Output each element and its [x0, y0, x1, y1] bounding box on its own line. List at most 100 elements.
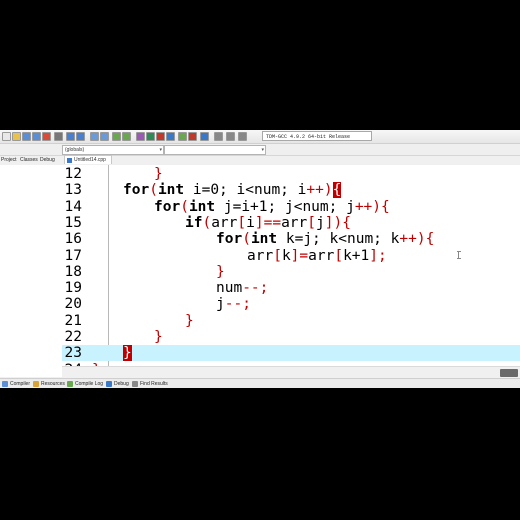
scroll-corner-button[interactable] — [500, 369, 518, 377]
run-icon[interactable] — [146, 132, 155, 141]
close-icon[interactable] — [42, 132, 51, 141]
keyword: int — [157, 182, 185, 199]
code-token: k — [281, 247, 291, 264]
function-select[interactable]: ▾ — [164, 145, 266, 155]
code-line[interactable]: 13 for(int i=0; i<num; i++){ — [62, 182, 520, 199]
code-token: ( — [202, 214, 212, 231]
tab-debug[interactable]: Debug — [40, 156, 55, 164]
tab-compile-log[interactable]: Compile Log — [67, 380, 103, 388]
ide-window: TDM-GCC 4.9.2 64-bit Release (globals) ▾… — [0, 130, 520, 388]
code-text: for(int j=i+1; j<num; j++){ — [154, 199, 390, 215]
code-token: ++ — [399, 231, 417, 248]
code-text: if(arr[i]==arr[j]){ — [185, 215, 351, 231]
code-token: [ — [237, 214, 247, 231]
horizontal-scrollbar[interactable] — [62, 366, 520, 377]
code-token: arr — [308, 247, 335, 264]
code-token: ( — [149, 182, 158, 199]
code-line[interactable]: 21} — [62, 313, 520, 329]
code-line[interactable]: 16 for(int k=j; k<num; k++){ — [62, 231, 520, 247]
code-token: ( — [180, 198, 189, 215]
code-line[interactable]: 15 if(arr[i]==arr[j]){ — [62, 215, 520, 231]
debug-icon[interactable] — [200, 132, 209, 141]
code-token: arr — [247, 247, 274, 264]
code-token: ) — [416, 231, 426, 248]
replace-icon[interactable] — [100, 132, 109, 141]
code-token: { — [342, 214, 351, 231]
chart-icon[interactable] — [214, 132, 223, 141]
code-token: ( — [242, 231, 251, 248]
keyword: int — [250, 231, 278, 248]
main-toolbar — [0, 130, 520, 144]
keyword: for — [123, 182, 150, 199]
code-token: ] — [369, 247, 379, 264]
code-line[interactable]: 17 arr[k]=arr[k+1]; — [62, 248, 520, 264]
undo-icon[interactable] — [66, 132, 75, 141]
code-editor[interactable]: 12} 13 for(int i=0; i<num; i++){14 for(int … — [62, 165, 520, 377]
code-token: } — [185, 312, 194, 329]
code-text: } — [216, 264, 225, 280]
file-tab[interactable]: Untitled14.cpp — [64, 155, 112, 164]
line-number: 23 — [64, 345, 82, 362]
code-token: i — [246, 214, 255, 231]
code-token: } — [154, 166, 163, 182]
file-tab-label: Untitled14.cpp — [74, 157, 106, 163]
stop-icon[interactable] — [188, 132, 197, 141]
find-icon[interactable] — [90, 132, 99, 141]
tab-icon — [132, 381, 138, 387]
compile-run-icon[interactable] — [156, 132, 165, 141]
code-text: } — [154, 166, 163, 182]
rebuild-icon[interactable] — [166, 132, 175, 141]
code-line[interactable]: 23} — [62, 345, 520, 362]
compile-icon[interactable] — [136, 132, 145, 141]
chevron-down-icon: ▾ — [159, 147, 162, 153]
print-icon[interactable] — [54, 132, 63, 141]
line-number: 15 — [64, 214, 82, 231]
code-text: } — [123, 345, 132, 362]
tab-project[interactable]: Project — [1, 156, 17, 164]
code-line[interactable]: 22} — [62, 329, 520, 345]
code-text: } — [185, 313, 194, 329]
grid-icon[interactable] — [226, 132, 235, 141]
code-token: j=i+1; j<num; j — [215, 198, 355, 215]
tab-debug-output[interactable]: Debug — [106, 380, 129, 388]
save-all-icon[interactable] — [32, 132, 41, 141]
code-token: [ — [334, 247, 344, 264]
code-text: for(int k=j; k<num; k++){ — [216, 231, 434, 247]
project-panel — [0, 165, 63, 377]
tab-compiler[interactable]: Compiler — [2, 380, 30, 388]
compiler-select[interactable]: TDM-GCC 4.9.2 64-bit Release — [262, 131, 372, 141]
open-icon[interactable] — [12, 132, 21, 141]
bottom-panel-tabs: Compiler Resources Compile Log Debug Find Re… — [0, 378, 520, 388]
back-icon[interactable] — [112, 132, 121, 141]
redo-icon[interactable] — [76, 132, 85, 141]
save-icon[interactable] — [22, 132, 31, 141]
globals-select-value: (globals) — [65, 147, 85, 153]
check-icon[interactable] — [178, 132, 187, 141]
panel-tabs: Project Classes Debug — [0, 156, 62, 164]
code-token: ; — [378, 247, 387, 264]
tab-icon — [67, 381, 73, 387]
code-token: ++ — [306, 182, 324, 199]
keyword: for — [216, 231, 243, 248]
profile-icon[interactable] — [238, 132, 247, 141]
code-token: { — [425, 231, 435, 248]
code-line[interactable]: 20 j--; — [62, 296, 520, 312]
forward-icon[interactable] — [122, 132, 131, 141]
new-file-icon[interactable] — [2, 132, 11, 141]
matched-brace: } — [123, 345, 132, 362]
code-line[interactable]: 14 for(int j=i+1; j<num; j++){ — [62, 199, 520, 215]
code-token: ) — [323, 182, 333, 199]
code-token: } — [154, 329, 163, 345]
tab-classes[interactable]: Classes — [20, 156, 38, 164]
code-line[interactable]: 12} — [62, 166, 520, 182]
code-line[interactable]: 18} — [62, 264, 520, 280]
globals-select[interactable]: (globals) ▾ — [62, 145, 164, 155]
code-token: arr — [281, 214, 308, 231]
tab-resources[interactable]: Resources — [33, 380, 65, 388]
code-text: } — [154, 329, 163, 345]
tab-find-results[interactable]: Find Results — [132, 380, 168, 388]
chevron-down-icon: ▾ — [261, 147, 264, 153]
code-line[interactable]: 19 num--; — [62, 280, 520, 296]
code-token: ++ — [354, 198, 373, 215]
line-number: 22 — [64, 329, 82, 345]
